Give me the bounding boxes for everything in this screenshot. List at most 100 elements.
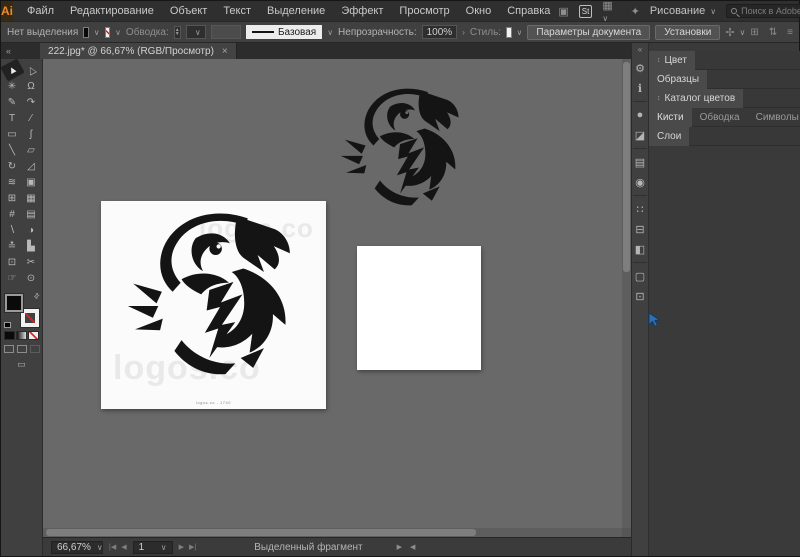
chevron-down-icon[interactable]: ∨ <box>740 28 746 37</box>
stroke-color-swatch[interactable] <box>104 26 111 38</box>
menu-view[interactable]: Просмотр <box>391 1 457 21</box>
panel-menu-icon[interactable]: ≡ <box>787 27 793 38</box>
color-guide-panel-tab[interactable]: ↕ Каталог цветов <box>649 88 744 108</box>
white-rectangle-object[interactable] <box>357 246 481 370</box>
artboards-panel-icon[interactable]: ⊡ <box>632 286 648 306</box>
status-back-icon[interactable]: ◀ <box>410 543 415 551</box>
artboard-number-field[interactable]: 1 ∨ <box>132 540 173 554</box>
vertical-scrollbar-thumb[interactable] <box>623 62 630 272</box>
gradient-panel-icon[interactable]: ▤ <box>632 152 648 172</box>
swatches-panel-header[interactable]: Образцы ≡ <box>649 69 800 89</box>
free-transform-tool[interactable]: ▣ <box>22 174 41 190</box>
stroke-panel-tab[interactable]: Обводка <box>692 108 748 127</box>
symbols-panel-tab[interactable]: Символы <box>748 108 800 127</box>
chevron-down-icon[interactable]: ∨ <box>94 28 100 37</box>
arrange-documents-icon[interactable]: ▦ ∨ <box>602 0 620 24</box>
hand-tool[interactable]: ☞ <box>3 270 22 286</box>
stroke-weight-field[interactable]: ∨ <box>185 25 206 39</box>
dock-icon-b[interactable]: ⇅ <box>769 27 777 38</box>
color-guide-panel-header[interactable]: ↕Каталог цветов ≡ <box>649 88 800 108</box>
line-segment-tool[interactable]: ⁄ <box>22 110 41 126</box>
opacity-field[interactable]: 100% <box>421 25 458 39</box>
paintbrush-tool[interactable]: ʃ <box>22 126 41 142</box>
artboard-tool[interactable]: ⊡ <box>3 254 22 270</box>
swap-fill-stroke-icon[interactable]: ⇄ <box>32 291 41 301</box>
draw-normal-button[interactable] <box>3 345 14 353</box>
swatches-panel-icon[interactable]: ◪ <box>632 125 648 145</box>
layers-panel-tab[interactable]: Слои <box>649 126 690 146</box>
slice-tool[interactable]: ✂ <box>22 254 41 270</box>
menu-effect[interactable]: Эффект <box>333 1 391 21</box>
pencil-tool[interactable]: ╲ <box>3 142 22 158</box>
color-panel-header[interactable]: ↕Цвет ≡ <box>649 50 800 70</box>
rotate-tool[interactable]: ↻ <box>3 158 22 174</box>
pen-tool[interactable]: ✎ <box>3 94 22 110</box>
align-panel-icon[interactable]: ∷ <box>632 199 648 219</box>
next-artboard-button[interactable]: ▶ <box>179 543 184 551</box>
brush-definition-dropdown[interactable]: Базовая <box>245 25 323 39</box>
screen-mode-button[interactable]: ▭ <box>1 359 42 370</box>
search-input[interactable]: Поиск в Adobe Stock <box>726 4 800 18</box>
stroke-weight-stepper[interactable]: ▲ ▼ <box>173 25 181 39</box>
lasso-tool[interactable]: Ω <box>22 78 41 94</box>
placed-image[interactable]: logos.co logos.co logos.co - 1740 <box>101 201 326 409</box>
layers-panel-header[interactable]: Слои ≡ <box>649 126 800 146</box>
workspace-switcher[interactable]: Рисование ∨ <box>650 5 716 17</box>
gradient-mode-button[interactable] <box>16 331 27 340</box>
symbol-sprayer-tool[interactable]: ≛ <box>3 238 22 254</box>
info-icon[interactable]: ℹ <box>632 78 648 98</box>
dock-icon-a[interactable]: ⊞ <box>750 27 758 38</box>
menu-help[interactable]: Справка <box>499 1 558 21</box>
perspective-grid-tool[interactable]: ▦ <box>22 190 41 206</box>
gradient-tool[interactable]: ▤ <box>22 206 41 222</box>
document-tab[interactable]: 222.jpg* @ 66,67% (RGB/Просмотр) × <box>40 43 237 59</box>
swatches-panel-tab[interactable]: Образцы <box>649 69 708 89</box>
eyedropper-tool[interactable]: ∖ <box>3 222 22 238</box>
rectangle-tool[interactable]: ▭ <box>3 126 22 142</box>
document-setup-button[interactable]: Параметры документа <box>527 24 651 40</box>
canvas-area[interactable]: logos.co logos.co logos.co - 1740 <box>43 59 631 537</box>
menu-object[interactable]: Объект <box>162 1 215 21</box>
brushes-panel-tab[interactable]: Кисти <box>649 107 692 127</box>
draw-behind-button[interactable] <box>16 345 27 353</box>
app-frame-icon[interactable]: ▣ <box>558 5 568 18</box>
none-mode-button[interactable] <box>28 331 39 340</box>
color-mode-button[interactable] <box>4 331 15 340</box>
graphic-style-swatch[interactable] <box>506 26 512 38</box>
eagle-artwork-traced[interactable] <box>337 64 467 236</box>
gear-icon[interactable]: ⚙ <box>632 58 648 78</box>
brushes-panel-header[interactable]: Кисти Обводка Символы ≡ <box>649 107 800 127</box>
menu-select[interactable]: Выделение <box>259 1 333 21</box>
menu-window[interactable]: Окно <box>458 1 500 21</box>
horizontal-scrollbar[interactable] <box>43 528 622 537</box>
arrange-panel-icon[interactable]: ⊟ <box>632 219 648 239</box>
first-artboard-button[interactable]: |◀ <box>109 543 116 551</box>
chevron-down-icon[interactable]: ∨ <box>517 28 523 37</box>
mesh-tool[interactable]: # <box>3 206 22 222</box>
width-tool[interactable]: ≋ <box>3 174 22 190</box>
pathfinder-panel-icon[interactable]: ◧ <box>632 239 648 259</box>
magic-wand-tool[interactable]: ✳ <box>3 78 22 94</box>
draw-inside-button[interactable] <box>29 345 40 353</box>
chevron-right-icon[interactable]: › <box>462 28 465 37</box>
type-tool[interactable]: T <box>3 110 22 126</box>
vertical-scrollbar[interactable] <box>622 59 631 528</box>
scale-tool[interactable]: ◿ <box>22 158 41 174</box>
fill-color-swatch[interactable] <box>83 26 89 38</box>
column-graph-tool[interactable]: ▙ <box>22 238 41 254</box>
color-panel-icon[interactable]: ● <box>632 105 648 125</box>
fill-swatch[interactable] <box>3 293 24 313</box>
default-fill-stroke-icon[interactable] <box>3 322 11 328</box>
appearance-panel-icon[interactable]: ▢ <box>632 266 648 286</box>
status-forward-icon[interactable]: ▶ <box>397 543 402 551</box>
share-icon[interactable]: ✦ <box>631 5 640 18</box>
menu-edit[interactable]: Редактирование <box>62 1 162 21</box>
collapse-tools-icon[interactable]: « <box>1 46 16 56</box>
horizontal-scrollbar-thumb[interactable] <box>46 529 476 536</box>
color-panel-tab[interactable]: ↕ Цвет <box>649 50 695 70</box>
menu-type[interactable]: Текст <box>215 1 259 21</box>
zoom-level-field[interactable]: 66,67% ∨ <box>51 540 103 554</box>
blend-tool[interactable]: ◑ <box>22 222 41 238</box>
chevron-down-icon[interactable]: ∨ <box>327 28 333 37</box>
preferences-button[interactable]: Установки <box>655 24 721 40</box>
